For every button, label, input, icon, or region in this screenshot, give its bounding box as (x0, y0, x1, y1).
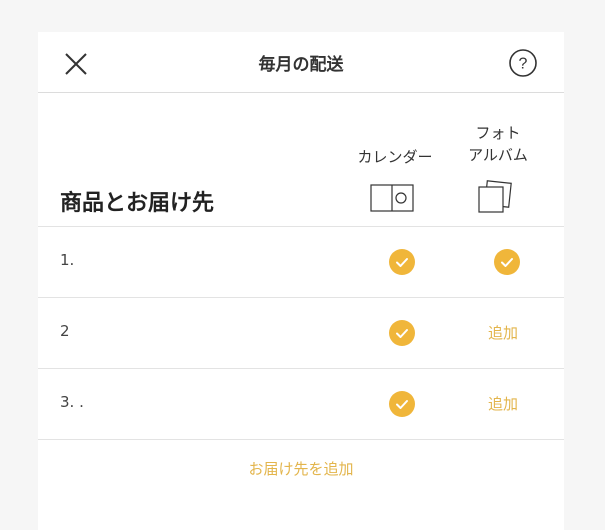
check-icon[interactable] (389, 249, 415, 275)
recipient-label: 1. (60, 251, 75, 269)
add-photo-album-link[interactable]: 追加 (488, 322, 518, 343)
column-header-photo-album: フォト アルバム (458, 122, 538, 166)
check-icon[interactable] (389, 391, 415, 417)
table-row: 2 追加 (38, 297, 564, 369)
calendar-icon (370, 184, 414, 212)
page-title: 毎月の配送 (258, 55, 344, 75)
check-icon[interactable] (494, 249, 520, 275)
header-bar: 毎月の配送 ? (38, 32, 564, 93)
row-divider (38, 439, 564, 440)
help-icon: ? (509, 49, 537, 77)
recipient-label: 3. . (60, 393, 84, 411)
monthly-delivery-sheet: 毎月の配送 ? カレンダー フォト アルバム 商品とお届け先 1. 2 追加 3… (38, 32, 564, 530)
section-title: 商品とお届け先 (60, 191, 215, 216)
table-row: 3. . 追加 (38, 368, 564, 440)
add-photo-album-link[interactable]: 追加 (488, 393, 518, 414)
photo-album-icon (478, 180, 512, 213)
column-header-calendar: カレンダー (357, 148, 433, 166)
add-recipient-button[interactable]: お届け先を追加 (38, 458, 564, 479)
recipient-label: 2 (60, 322, 70, 340)
photo-album-label: フォト アルバム (468, 124, 528, 164)
help-button[interactable]: ? (508, 48, 538, 78)
table-row: 1. (38, 226, 564, 298)
check-icon[interactable] (389, 320, 415, 346)
svg-text:?: ? (519, 56, 528, 73)
